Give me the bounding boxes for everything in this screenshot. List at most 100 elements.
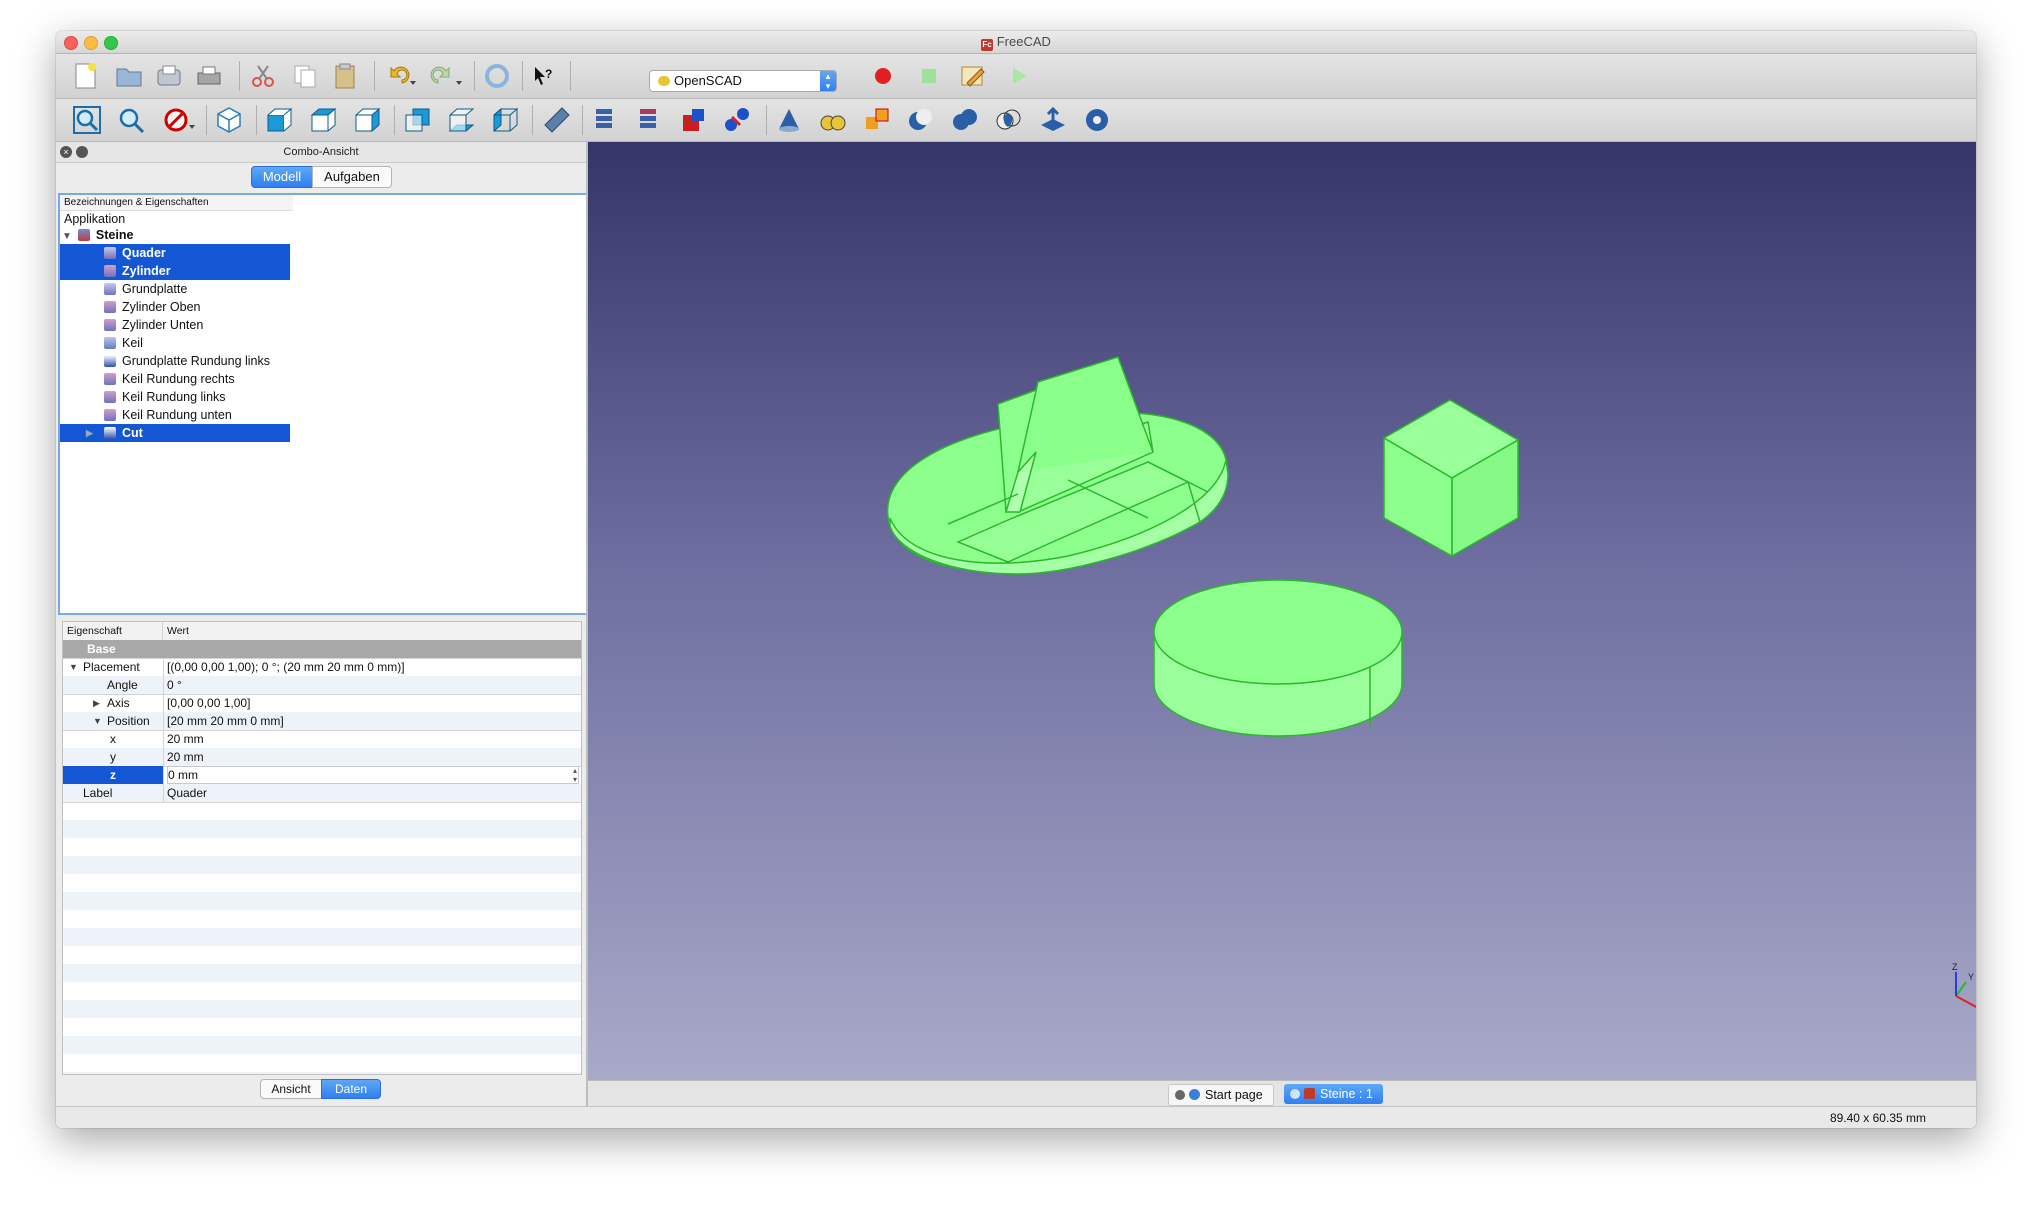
fit-all-button[interactable] <box>70 103 104 137</box>
view-right-icon <box>355 107 381 133</box>
float-panel-icon[interactable] <box>76 146 88 158</box>
stop-macro-button[interactable] <box>912 59 946 93</box>
hull-button[interactable] <box>772 103 806 137</box>
view-isometric-button[interactable] <box>212 103 246 137</box>
revolve-icon <box>1086 109 1108 131</box>
paste-button[interactable] <box>328 59 362 93</box>
union-button[interactable] <box>948 103 982 137</box>
edit-macro-button[interactable] <box>956 59 990 93</box>
property-row[interactable]: y 20 mm <box>63 748 581 767</box>
cut-button[interactable] <box>246 59 280 93</box>
workbench-selector[interactable]: OpenSCAD ▴ ▾ <box>649 70 837 92</box>
explode-group-icon <box>640 109 656 128</box>
macro-editor-icon <box>961 66 985 87</box>
minkowski-button[interactable] <box>816 103 850 137</box>
view-top-button[interactable] <box>306 103 340 137</box>
undo-button[interactable] <box>382 59 416 93</box>
minkowski-icon <box>820 115 846 131</box>
quader-cube[interactable] <box>1382 399 1520 558</box>
property-row[interactable]: Angle 0 ° <box>63 676 581 695</box>
box-icon <box>104 247 116 259</box>
property-row[interactable]: ▼ Position [20 mm 20 mm 0 mm] <box>63 712 581 731</box>
tree-item[interactable]: Grundplatte Rundung links <box>60 352 270 370</box>
tree-item[interactable]: Zylinder Unten <box>60 316 203 334</box>
property-row[interactable]: ▼ Placement [(0,00 0,00 1,00); 0 °; (20 mm… <box>63 658 581 677</box>
new-document-button[interactable] <box>68 59 102 93</box>
tab-aufgaben[interactable]: Aufgaben <box>312 166 392 188</box>
draw-style-button[interactable] <box>162 103 196 137</box>
extrude-button[interactable] <box>1036 103 1070 137</box>
property-row[interactable]: Label Quader <box>63 784 581 803</box>
freecad-logo-icon <box>1304 1088 1315 1099</box>
tab-daten[interactable]: Daten <box>321 1079 381 1099</box>
cylinder-icon <box>104 319 116 331</box>
tree-document-steine[interactable]: ▼ Steine <box>62 226 133 244</box>
panel-splitter[interactable] <box>56 615 586 619</box>
tree-item[interactable]: Zylinder <box>60 262 290 280</box>
expand-arrow-icon[interactable]: ▼ <box>69 658 78 676</box>
tab-start-page[interactable]: Start page <box>1168 1084 1274 1106</box>
tree-item[interactable]: Zylinder Oben <box>60 298 201 316</box>
intersection-button[interactable] <box>992 103 1026 137</box>
cylinder-icon <box>104 373 116 385</box>
3d-viewport[interactable]: X Y Z <box>588 142 1976 1080</box>
view-front-icon <box>267 107 293 132</box>
property-row[interactable]: ▶ Axis [0,00 0,00 1,00] <box>63 694 581 713</box>
explode-group-button[interactable] <box>632 103 666 137</box>
fit-selection-button[interactable] <box>114 103 148 137</box>
difference-button[interactable] <box>904 103 938 137</box>
close-tab-icon[interactable] <box>1290 1089 1300 1099</box>
refresh-button[interactable] <box>480 59 514 93</box>
isometric-cube-icon <box>217 107 241 133</box>
save-button[interactable] <box>152 59 186 93</box>
redo-button[interactable] <box>428 59 462 93</box>
model-tree: Bezeichnungen & Eigenschaften Applikatio… <box>58 193 588 615</box>
view-bottom-button[interactable] <box>444 103 478 137</box>
expand-arrow-icon[interactable]: ▶ <box>93 694 100 712</box>
close-panel-icon[interactable]: × <box>60 146 72 158</box>
view-right-button[interactable] <box>350 103 384 137</box>
expand-arrow-icon[interactable]: ▶ <box>86 424 93 442</box>
view-front-button[interactable] <box>262 103 296 137</box>
tree-item[interactable]: Quader <box>60 244 290 262</box>
empty-row <box>63 820 581 838</box>
revolve-button[interactable] <box>1080 103 1114 137</box>
close-tab-icon[interactable] <box>1175 1090 1185 1100</box>
tree-item[interactable]: Keil Rundung rechts <box>60 370 235 388</box>
property-row[interactable]: z 0 mm ▴ ▾ <box>63 766 581 785</box>
cylinder-icon <box>104 301 116 313</box>
add-primitive-button[interactable] <box>860 103 894 137</box>
refine-shape-button[interactable] <box>676 103 710 137</box>
record-macro-button[interactable] <box>866 59 900 93</box>
add-openscad-element-button[interactable] <box>588 103 622 137</box>
tree-item[interactable]: Grundplatte <box>60 280 187 298</box>
copy-button[interactable] <box>288 59 322 93</box>
spinbox-stepper-icon[interactable]: ▴ ▾ <box>573 766 577 784</box>
tree-item[interactable]: Keil Rundung unten <box>60 406 232 424</box>
measure-distance-button[interactable] <box>540 103 574 137</box>
property-row[interactable]: x 20 mm <box>63 730 581 749</box>
zylinder-cylinder[interactable] <box>1153 579 1403 737</box>
cut-object[interactable] <box>887 356 1229 575</box>
expand-arrow-icon[interactable]: ▼ <box>93 712 102 730</box>
property-value: 0 ° <box>167 678 182 692</box>
whats-this-button[interactable]: ? <box>526 59 560 93</box>
fit-all-icon <box>73 106 101 134</box>
tab-steine[interactable]: Steine : 1 <box>1284 1084 1383 1104</box>
property-value[interactable]: 0 mm <box>167 766 579 784</box>
open-button[interactable] <box>112 59 146 93</box>
tab-ansicht[interactable]: Ansicht <box>260 1079 322 1099</box>
tree-item[interactable]: Keil Rundung links <box>60 388 226 406</box>
empty-row <box>63 856 581 874</box>
tree-item[interactable]: ▶ Cut <box>60 424 290 442</box>
run-macro-button[interactable] <box>1002 59 1036 93</box>
tab-modell[interactable]: Modell <box>251 166 313 188</box>
tree-item[interactable]: Keil <box>60 334 143 352</box>
expand-arrow-icon[interactable]: ▼ <box>62 231 72 242</box>
view-left-button[interactable] <box>488 103 522 137</box>
view-rear-button[interactable] <box>400 103 434 137</box>
print-button[interactable] <box>192 59 226 93</box>
whats-this-icon: ? <box>535 67 552 85</box>
empty-row <box>63 1000 581 1018</box>
replace-object-button[interactable] <box>720 103 754 137</box>
